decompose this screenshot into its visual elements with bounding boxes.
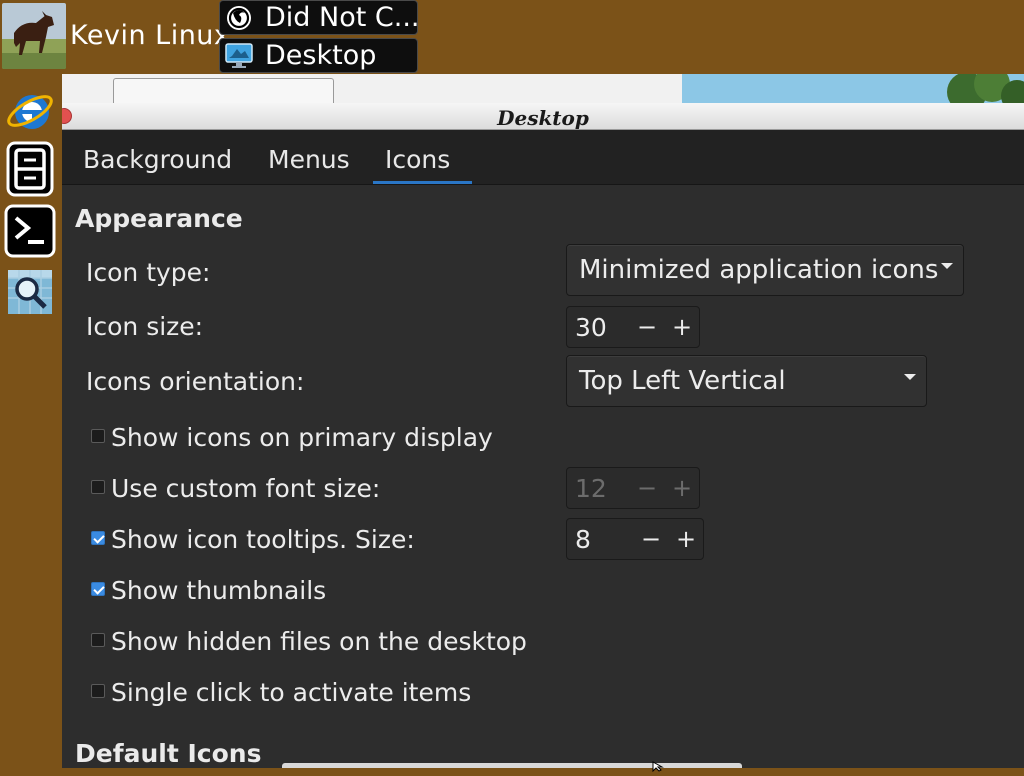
show-icons-primary-label[interactable]: Show icons on primary display xyxy=(111,423,493,452)
single-click-label[interactable]: Single click to activate items xyxy=(111,678,471,707)
desktop-settings-dialog: Desktop Background Menus Icons Appearanc… xyxy=(62,103,1024,768)
default-icons-heading: Default Icons xyxy=(75,739,262,768)
taskbar-label: Desktop xyxy=(265,40,377,71)
decrement-button[interactable]: − xyxy=(634,313,660,341)
file-cabinet-icon[interactable] xyxy=(4,141,56,197)
scroll-edge xyxy=(282,763,742,768)
icon-size-value[interactable]: 30 xyxy=(575,313,607,342)
increment-button: + xyxy=(671,474,693,502)
mouse-cursor-icon xyxy=(652,757,664,776)
monitor-icon xyxy=(223,41,255,71)
terminal-icon[interactable] xyxy=(4,204,56,258)
chevron-down-icon xyxy=(941,263,953,269)
font-size-value: 12 xyxy=(575,474,607,503)
show-tooltips-label[interactable]: Show icon tooltips. Size: xyxy=(111,525,415,554)
icons-orientation-value: Top Left Vertical xyxy=(579,366,786,396)
user-avatar[interactable] xyxy=(2,3,66,69)
firefox-icon xyxy=(223,3,255,33)
increment-button[interactable]: + xyxy=(669,313,695,341)
custom-font-size-label[interactable]: Use custom font size: xyxy=(111,474,380,503)
user-name: Kevin Linux xyxy=(70,20,231,51)
icon-type-dropdown[interactable]: Minimized application icons xyxy=(566,244,964,296)
taskbar-label: Did Not C... xyxy=(265,2,418,33)
tooltip-size-spinner[interactable]: 8 − + xyxy=(566,518,704,560)
show-thumbnails-label[interactable]: Show thumbnails xyxy=(111,576,326,605)
icon-size-spinner[interactable]: 30 − + xyxy=(566,306,700,348)
search-icon[interactable] xyxy=(4,266,56,318)
icon-size-label: Icon size: xyxy=(86,312,204,341)
show-thumbnails-checkbox[interactable] xyxy=(91,582,105,596)
icons-orientation-label: Icons orientation: xyxy=(86,367,305,396)
increment-button[interactable]: + xyxy=(673,525,699,553)
tab-bar: Background Menus Icons xyxy=(62,130,1024,185)
taskbar-button-desktop[interactable]: Desktop xyxy=(219,38,418,73)
tooltip-size-value[interactable]: 8 xyxy=(575,525,591,554)
show-icons-primary-checkbox[interactable] xyxy=(91,429,105,443)
decrement-button: − xyxy=(636,474,658,502)
tab-menus[interactable]: Menus xyxy=(268,145,350,174)
custom-font-size-checkbox[interactable] xyxy=(91,480,105,494)
font-size-spinner: 12 − + xyxy=(566,467,700,509)
chevron-down-icon xyxy=(904,374,916,380)
icons-orientation-dropdown[interactable]: Top Left Vertical xyxy=(566,355,927,407)
window-title: Desktop xyxy=(497,106,589,130)
tab-icons[interactable]: Icons xyxy=(385,145,450,174)
internet-explorer-icon[interactable] xyxy=(4,84,56,136)
selected-tab-indicator xyxy=(373,181,472,184)
show-tooltips-checkbox[interactable] xyxy=(91,531,105,545)
icon-type-value: Minimized application icons xyxy=(579,255,939,285)
icon-type-label: Icon type: xyxy=(86,258,211,287)
show-hidden-files-label[interactable]: Show hidden files on the desktop xyxy=(111,627,527,656)
taskbar-button-browser[interactable]: Did Not C... xyxy=(219,0,418,35)
title-bar[interactable]: Desktop xyxy=(62,103,1024,130)
tab-background[interactable]: Background xyxy=(83,145,232,174)
appearance-heading: Appearance xyxy=(75,204,243,233)
decrement-button[interactable]: − xyxy=(638,525,664,553)
show-hidden-files-checkbox[interactable] xyxy=(91,633,105,647)
single-click-checkbox[interactable] xyxy=(91,684,105,698)
